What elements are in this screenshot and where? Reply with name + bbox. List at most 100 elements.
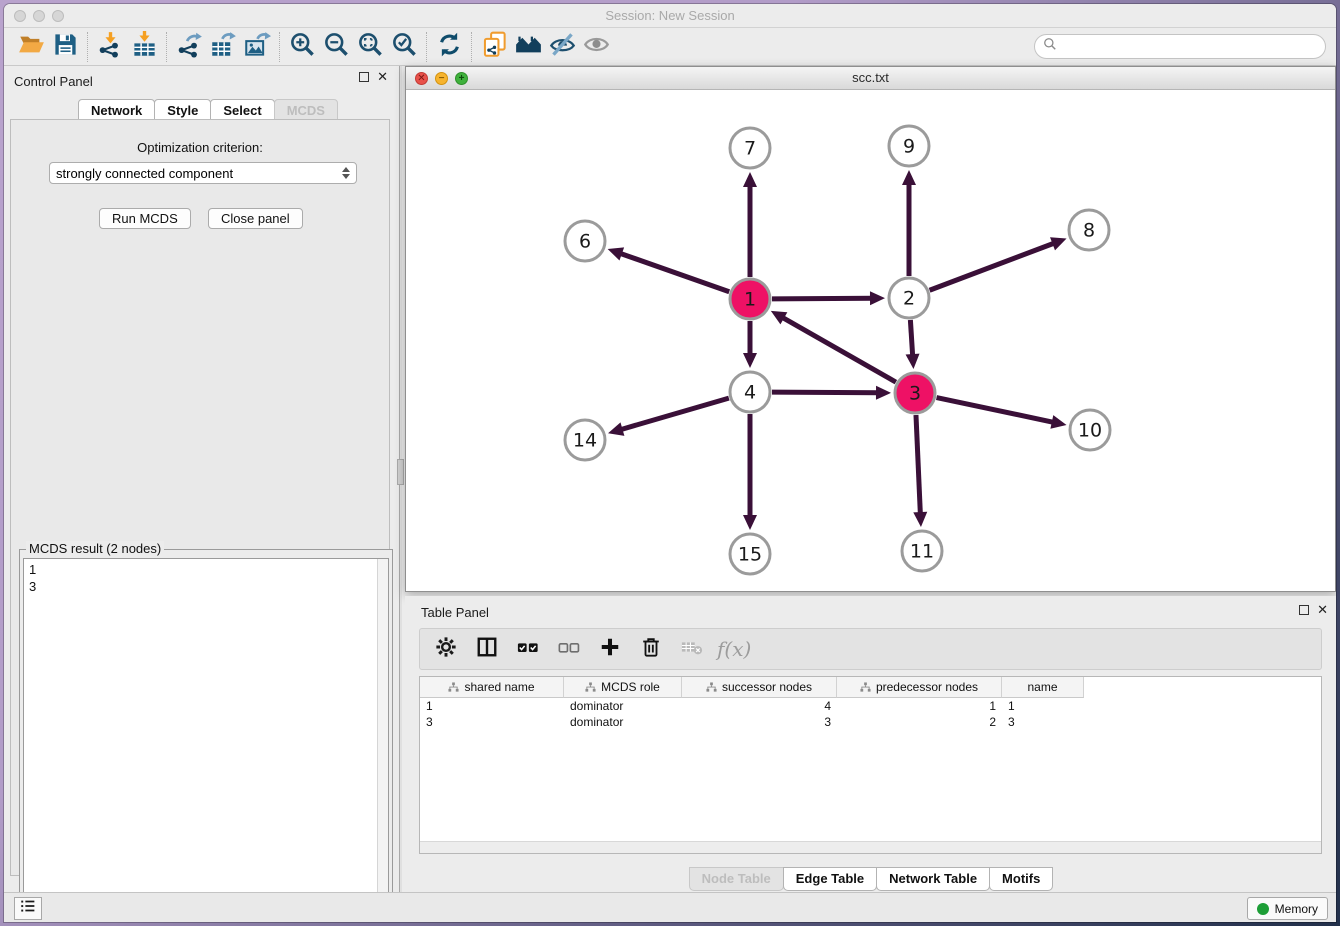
table-cell[interactable]: 1	[420, 698, 564, 714]
table-row-1[interactable]: 3dominator323	[420, 714, 1321, 730]
deselect-all-button[interactable]	[553, 633, 585, 665]
copy-network-button[interactable]	[477, 31, 511, 63]
edge-4-3[interactable]	[772, 392, 880, 393]
function-builder-button[interactable]: f(x)	[717, 633, 751, 665]
result-scrollbar[interactable]	[377, 559, 388, 922]
node-label-7: 7	[744, 138, 756, 160]
search-field[interactable]	[1062, 40, 1317, 54]
edge-2-8[interactable]	[930, 242, 1057, 290]
column-visibility-button[interactable]	[471, 633, 503, 665]
column-header-MCDS-role[interactable]: MCDS role	[564, 677, 682, 698]
minimize-window-icon[interactable]	[33, 10, 45, 22]
table-row-0[interactable]: 1dominator411	[420, 698, 1321, 714]
delete-column-button[interactable]	[635, 633, 667, 665]
network-close-icon[interactable]: ✕	[415, 72, 428, 85]
edge-1-6[interactable]	[618, 253, 729, 292]
edge-1-2[interactable]	[772, 298, 874, 299]
search-input[interactable]	[1034, 34, 1326, 59]
zoom-in-button[interactable]	[285, 31, 319, 63]
close-window-icon[interactable]	[14, 10, 26, 22]
task-history-button[interactable]	[14, 897, 42, 920]
table-cell[interactable]: dominator	[564, 698, 682, 714]
open-session-button[interactable]	[14, 31, 48, 63]
edge-3-1[interactable]	[780, 316, 895, 382]
zoom-window-icon[interactable]	[52, 10, 64, 22]
column-header-successor-nodes[interactable]: successor nodes	[682, 677, 837, 698]
table-tab-motifs[interactable]: Motifs	[989, 867, 1053, 891]
edge-arrowhead	[902, 170, 916, 185]
table-cell[interactable]: 3	[682, 714, 837, 730]
select-all-button[interactable]	[512, 633, 544, 665]
table-tab-node-table[interactable]: Node Table	[689, 867, 784, 891]
show-all-button[interactable]	[579, 31, 613, 63]
float-table-panel-icon[interactable]	[1299, 605, 1309, 615]
column-header-predecessor-nodes[interactable]: predecessor nodes	[837, 677, 1002, 698]
column-header-name[interactable]: name	[1002, 677, 1084, 698]
create-column-button[interactable]	[594, 633, 626, 665]
export-table-icon	[210, 31, 237, 63]
network-zoom-icon[interactable]: +	[455, 72, 468, 85]
close-panel-button[interactable]: Close panel	[208, 208, 303, 229]
table-horizontal-scrollbar[interactable]	[420, 841, 1321, 853]
zoom-out-button[interactable]	[319, 31, 353, 63]
table-tab-edge-table[interactable]: Edge Table	[783, 867, 877, 891]
export-network-button[interactable]	[172, 31, 206, 63]
plus-icon	[599, 636, 621, 663]
table-settings-button[interactable]	[430, 633, 462, 665]
column-header-shared-name[interactable]: shared name	[420, 677, 564, 698]
table-tab-network-table[interactable]: Network Table	[876, 867, 990, 891]
import-table-icon	[131, 31, 158, 63]
table-cell[interactable]: 1	[837, 698, 1002, 714]
network-minimize-icon[interactable]: −	[435, 72, 448, 85]
memory-button[interactable]: Memory	[1247, 897, 1328, 920]
edge-3-10[interactable]	[937, 398, 1056, 423]
open-folder-icon	[18, 31, 45, 63]
hide-selected-button[interactable]	[545, 31, 579, 63]
table-cell[interactable]: 3	[1002, 714, 1084, 730]
window-titlebar[interactable]: Session: New Session	[4, 4, 1336, 28]
import-network-button[interactable]	[93, 31, 127, 63]
export-image-button[interactable]	[240, 31, 274, 63]
node-table: shared nameMCDS rolesuccessor nodes prede…	[419, 676, 1322, 854]
network-canvas[interactable]: 7968124314101511	[406, 90, 1335, 591]
criterion-dropdown[interactable]: strongly connected component	[49, 162, 357, 184]
table-cell[interactable]: 1	[1002, 698, 1084, 714]
mcds-result-group: MCDS result (2 nodes) 1 3	[19, 549, 393, 922]
refresh-layout-button[interactable]	[432, 31, 466, 63]
save-session-button[interactable]	[48, 31, 82, 63]
fx-icon: f(x)	[717, 637, 751, 661]
edge-arrowhead	[743, 515, 757, 530]
run-mcds-button[interactable]: Run MCDS	[99, 208, 191, 229]
eye-icon	[583, 31, 610, 63]
table-cell[interactable]: 4	[682, 698, 837, 714]
export-table-button[interactable]	[206, 31, 240, 63]
float-panel-icon[interactable]	[359, 72, 369, 82]
column-label: predecessor nodes	[876, 680, 978, 694]
zoom-fit-button[interactable]	[353, 31, 387, 63]
mcds-result-text[interactable]: 1 3	[23, 558, 389, 922]
trash-icon	[640, 636, 662, 663]
search-icon	[1043, 37, 1057, 56]
edge-3-11[interactable]	[916, 415, 920, 516]
table-cell[interactable]: 2	[837, 714, 1002, 730]
edge-4-14[interactable]	[619, 398, 729, 430]
control-panel-title: Control Panel	[14, 74, 93, 89]
zoom-fit-icon	[357, 31, 384, 63]
delete-table-button[interactable]	[676, 633, 708, 665]
import-table-button[interactable]	[127, 31, 161, 63]
first-neighbors-button[interactable]	[511, 31, 545, 63]
column-label: name	[1027, 680, 1057, 694]
edge-2-3[interactable]	[910, 320, 912, 358]
table-cell[interactable]: 3	[420, 714, 564, 730]
node-label-3: 3	[909, 383, 921, 405]
zoom-selected-button[interactable]	[387, 31, 421, 63]
network-window: ✕ − + scc.txt 7968124314101511	[405, 66, 1336, 592]
edge-arrowhead	[1050, 237, 1067, 250]
mcds-result-title: MCDS result (2 nodes)	[26, 541, 164, 556]
close-panel-icon[interactable]: ✕	[377, 72, 388, 82]
splitter-handle[interactable]	[397, 459, 404, 485]
network-window-titlebar[interactable]: ✕ − + scc.txt	[406, 67, 1335, 90]
close-table-panel-icon[interactable]: ✕	[1317, 605, 1328, 615]
edge-arrowhead	[743, 172, 757, 187]
table-cell[interactable]: dominator	[564, 714, 682, 730]
